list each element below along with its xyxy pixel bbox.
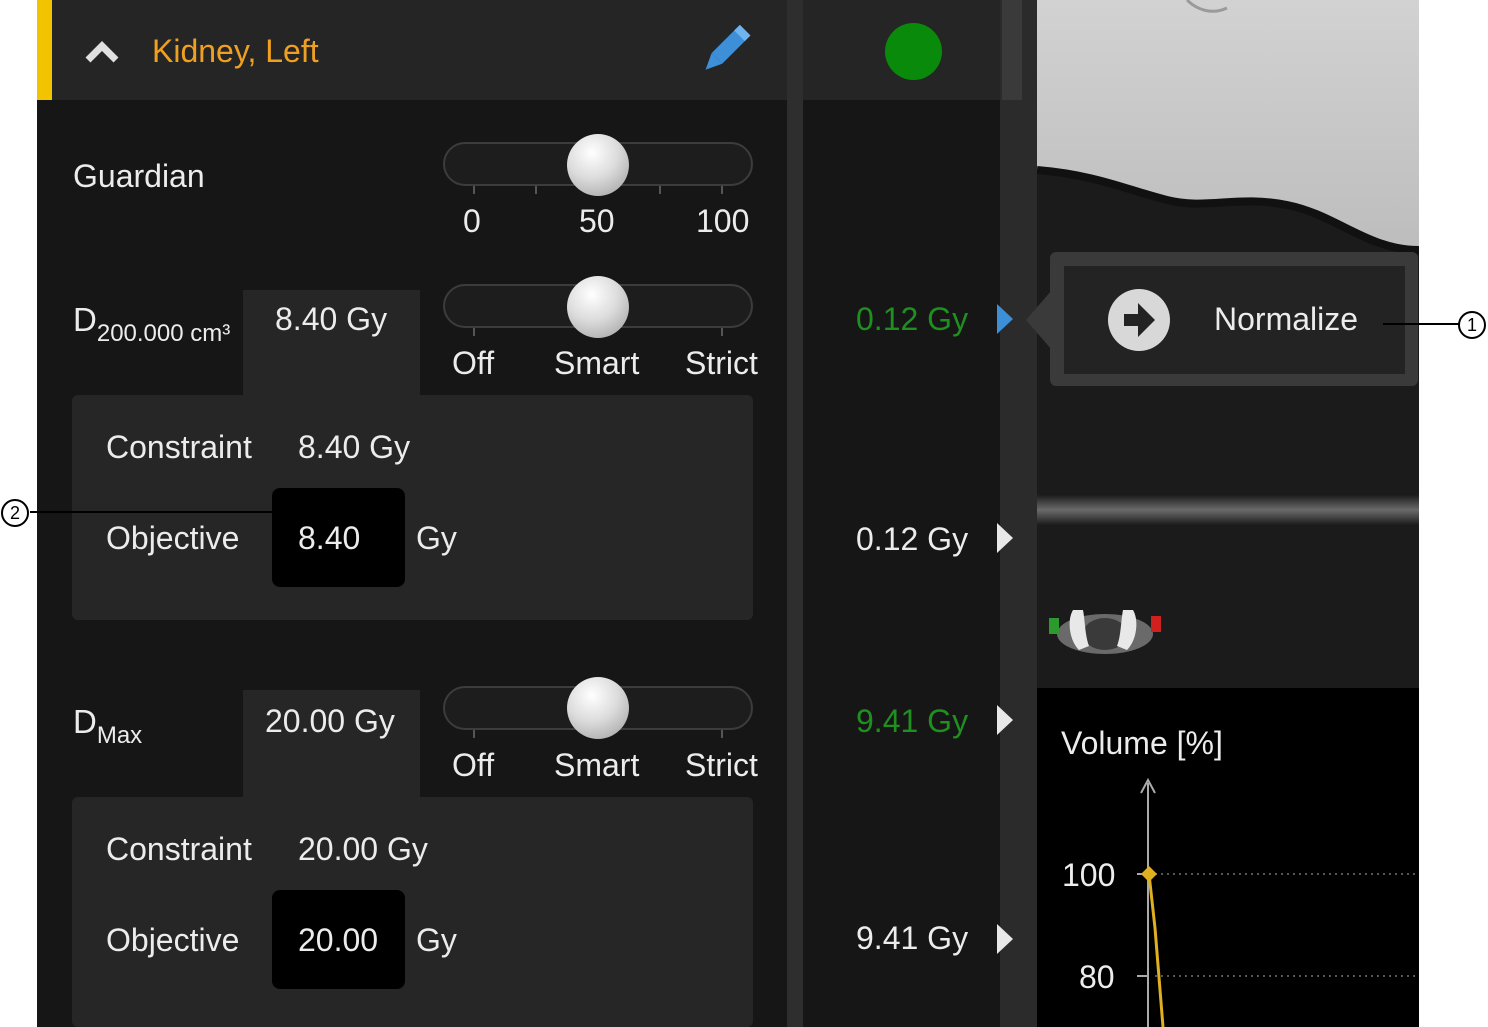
arrow-right-circle-icon[interactable] <box>1107 288 1171 352</box>
scrollbar-thumb[interactable] <box>1002 0 1022 100</box>
mode-strict-label: Strict <box>685 345 758 381</box>
panel-divider <box>787 0 803 1027</box>
metric-label-d200: D200.000 cm³ <box>73 301 231 347</box>
objective-value[interactable]: 8.40 <box>298 522 360 554</box>
result-value: 0.12 Gy <box>856 301 969 337</box>
constraint-tab-value: 8.40 Gy <box>275 301 388 337</box>
guardian-scale-mid: 50 <box>579 203 615 239</box>
objective-unit: Gy <box>416 922 457 958</box>
result-value: 0.12 Gy <box>856 521 969 557</box>
structure-accent-bar <box>37 0 52 100</box>
chevron-up-icon[interactable] <box>84 36 120 64</box>
expand-arrow-icon[interactable] <box>997 924 1013 954</box>
guardian-scale-min: 0 <box>463 203 481 239</box>
popup-pointer <box>1026 290 1052 350</box>
objective-unit: Gy <box>416 520 457 556</box>
mode-smart-label: Smart <box>554 345 640 381</box>
callout-leader-1 <box>1383 323 1459 325</box>
scrollbar[interactable] <box>1000 0 1037 1027</box>
constraint-tab-value: 20.00 Gy <box>265 703 395 739</box>
mode-strict-label: Strict <box>685 747 758 783</box>
mode-off-label: Off <box>452 345 495 381</box>
results-column <box>803 0 1000 1027</box>
constraint-value: 8.40 Gy <box>298 429 411 465</box>
expand-arrow-icon[interactable] <box>997 523 1013 553</box>
mode-off-label: Off <box>452 747 495 783</box>
objective-label: Objective <box>106 922 240 958</box>
dvh-tick-100: 100 <box>1062 857 1116 893</box>
structure-header[interactable] <box>37 0 787 100</box>
mode-slider-knob[interactable] <box>567 276 629 338</box>
callout-1: 1 <box>1458 311 1486 339</box>
result-value: 9.41 Gy <box>856 920 969 956</box>
objective-value[interactable]: 20.00 <box>298 924 378 956</box>
guardian-label: Guardian <box>73 158 205 194</box>
expand-arrow-icon[interactable] <box>997 304 1013 334</box>
mode-smart-label: Smart <box>554 747 640 783</box>
callout-2: 2 <box>1 499 29 527</box>
structure-name: Kidney, Left <box>152 33 319 69</box>
expand-arrow-icon[interactable] <box>997 705 1013 735</box>
normalize-label[interactable]: Normalize <box>1214 303 1358 335</box>
guardian-slider-knob[interactable] <box>567 134 629 196</box>
pencil-icon[interactable] <box>696 24 754 78</box>
callout-leader-2 <box>30 511 298 513</box>
constraint-value: 20.00 Gy <box>298 831 428 867</box>
constraint-label: Constraint <box>106 831 252 867</box>
result-value: 9.41 Gy <box>856 703 969 739</box>
guardian-scale-max: 100 <box>696 203 750 239</box>
orientation-figure-icon[interactable] <box>1045 600 1165 662</box>
dvh-tick-80: 80 <box>1079 959 1115 995</box>
mode-slider-knob[interactable] <box>567 677 629 739</box>
status-indicator <box>885 23 942 80</box>
metric-label-dmax: DMax <box>73 703 143 749</box>
constraint-label: Constraint <box>106 429 252 465</box>
objective-label: Objective <box>106 520 240 556</box>
